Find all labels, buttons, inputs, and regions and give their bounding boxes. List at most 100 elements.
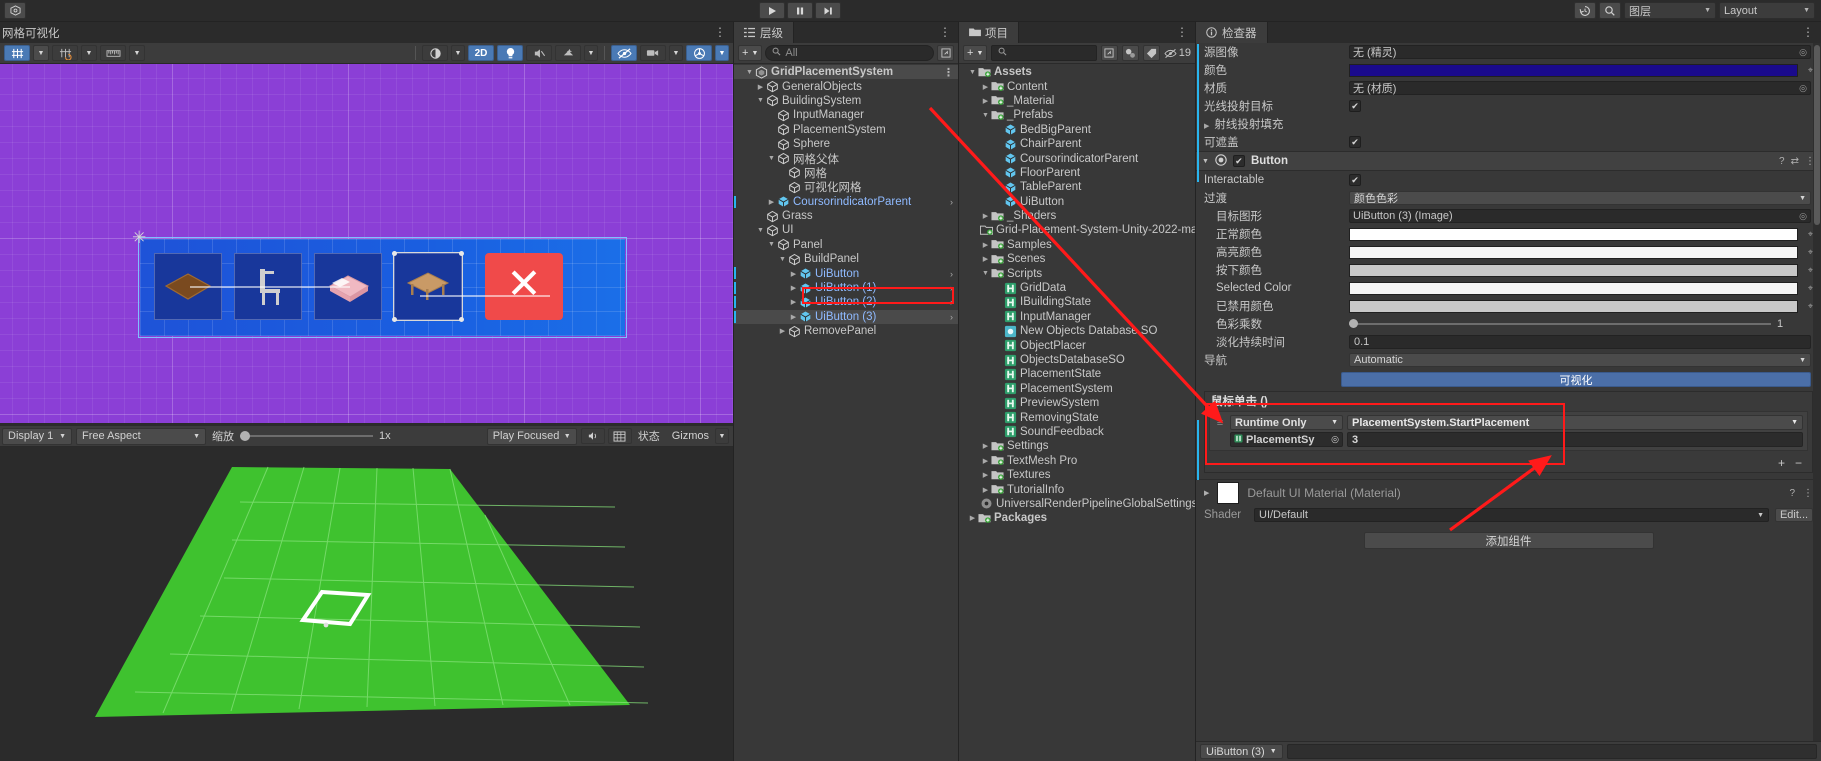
image-材质-field[interactable]: 无 (材质) ◎ [1349, 81, 1811, 95]
hierarchy-item-buildpanel[interactable]: ▼ BuildPanel [734, 252, 958, 266]
scene-view[interactable]: ✕ ✳ [0, 64, 733, 423]
foldout-icon[interactable]: ▶ [755, 83, 766, 91]
project-item-inputmanager[interactable]: InputManager [959, 310, 1195, 324]
pivot-tool-dropdown[interactable]: ▼ [33, 45, 49, 61]
inspector-panel-menu-icon[interactable]: ⋮ [1802, 25, 1815, 39]
button-按下颜色-swatch[interactable] [1349, 263, 1798, 277]
hierarchy-item-[interactable]: 可视化网格 [734, 180, 958, 194]
foldout-icon[interactable]: ▶ [788, 313, 799, 321]
gizmos-label[interactable]: Gizmos [666, 430, 715, 442]
project-item-assets[interactable]: ▼ Assets [959, 65, 1195, 79]
hierarchy-item-uibutton-3[interactable]: ▶ UiButton (3) › [734, 309, 958, 325]
onclick-function-dropdown[interactable]: PlacementSystem.StartPlacement ▼ [1347, 415, 1803, 430]
aspect-dropdown[interactable]: Free Aspect ▼ [76, 427, 206, 445]
foldout-icon[interactable]: ▶ [980, 97, 991, 105]
foldout-icon[interactable]: ▼ [755, 227, 766, 234]
inspector-scrollbar-thumb[interactable] [1814, 45, 1820, 225]
lighting-toggle-button[interactable] [497, 45, 523, 61]
image-光线投射目标-checkbox[interactable]: ✔ [1349, 100, 1361, 112]
slider-knob[interactable] [1349, 319, 1358, 328]
remove-button[interactable]: ✕ [485, 253, 563, 320]
hierarchy-item-[interactable]: ▼ 网格父体 [734, 151, 958, 166]
foldout-icon[interactable]: ▶ [766, 198, 777, 206]
foldout-icon[interactable]: ▶ [980, 442, 991, 450]
image-可遮盖-checkbox[interactable]: ✔ [1349, 136, 1361, 148]
tab-project[interactable]: 项目 [959, 22, 1019, 43]
grid-snap-dropdown[interactable]: ▼ [81, 45, 97, 61]
draw-mode-dropdown[interactable]: ▼ [451, 45, 465, 61]
onclick-argument-field[interactable]: 3 [1347, 432, 1803, 447]
search-icon[interactable] [1599, 2, 1621, 19]
button-淡化持续时间-input[interactable]: 0.1 [1349, 335, 1811, 349]
button-目标图形-field[interactable]: UiButton (3) (Image) ◎ [1349, 209, 1811, 223]
pause-button[interactable] [787, 2, 813, 19]
prefab-open-chevron-icon[interactable]: › [950, 283, 953, 293]
scale-slider-knob[interactable] [240, 431, 250, 441]
scene-context-menu-icon[interactable]: ⋮ [943, 66, 954, 79]
foldout-icon[interactable]: ▶ [1204, 489, 1209, 497]
stats-icon[interactable] [607, 428, 632, 444]
fx-toggle-button[interactable] [555, 45, 581, 61]
hierarchy-item-grass[interactable]: Grass [734, 209, 958, 223]
ui-button-table[interactable] [392, 251, 464, 322]
visibility-toggle-button[interactable] [611, 45, 637, 61]
project-item-prefabs[interactable]: ▼ _Prefabs [959, 108, 1195, 122]
hierarchy-item-sphere[interactable]: Sphere [734, 137, 958, 151]
drag-handle-icon[interactable]: ≡ [1214, 417, 1226, 429]
button-正常颜色-swatch[interactable] [1349, 227, 1798, 241]
button-interactable-checkbox[interactable]: ✔ [1349, 174, 1361, 186]
object-picker-icon[interactable]: ◎ [1799, 83, 1807, 94]
hierarchy-popout-icon[interactable] [937, 45, 954, 61]
kebab-icon[interactable]: ⋮ [1803, 488, 1813, 499]
project-item-shaders[interactable]: ▶ _Shaders [959, 209, 1195, 223]
project-tree[interactable]: ▼ Assets ▶ Content ▶ _Material ▼ _Prefabs BedBig… [959, 64, 1195, 761]
project-item-placementsystem[interactable]: PlacementSystem [959, 382, 1195, 396]
image-源图像-field[interactable]: 无 (精灵) ◎ [1349, 45, 1811, 59]
object-picker-icon[interactable]: ◎ [1799, 211, 1807, 222]
fx-toggle-dropdown[interactable]: ▼ [584, 45, 598, 61]
play-mode-dropdown[interactable]: Play Focused ▼ [486, 427, 577, 445]
hierarchy-item-removepanel[interactable]: ▶ RemovePanel [734, 324, 958, 338]
hierarchy-panel-menu-icon[interactable]: ⋮ [939, 25, 952, 39]
foldout-icon[interactable]: ▶ [980, 471, 991, 479]
foldout-icon[interactable]: ▼ [766, 241, 777, 248]
project-item-tableparent[interactable]: TableParent [959, 180, 1195, 194]
layers-dropdown[interactable]: 图层 ▼ [1624, 2, 1716, 19]
project-add-button[interactable]: + ▼ [963, 45, 988, 61]
project-item-objectsdatabaseso[interactable]: ObjectsDatabaseSO [959, 353, 1195, 367]
stats-label[interactable]: 状态 [632, 428, 666, 444]
add-component-button[interactable]: 添加组件 [1363, 532, 1654, 549]
project-item-scripts[interactable]: ▼ Scripts [959, 266, 1195, 280]
button-component-header[interactable]: ▼ ✔ Button ? ⇄ ⋮ [1196, 151, 1821, 171]
project-item-material[interactable]: ▶ _Material [959, 94, 1195, 108]
foldout-icon[interactable]: ▶ [1204, 123, 1209, 130]
resize-handle-tl[interactable] [392, 251, 397, 256]
shader-edit-button[interactable]: Edit... [1775, 508, 1813, 522]
foldout-icon[interactable]: ▶ [980, 212, 991, 220]
onclick-runtime-dropdown[interactable]: Runtime Only ▼ [1230, 415, 1343, 430]
layout-dropdown[interactable]: Layout ▼ [1719, 2, 1815, 19]
project-item-settings[interactable]: ▶ Settings [959, 439, 1195, 453]
resize-handle-tr[interactable] [459, 251, 464, 256]
onclick-object-field[interactable]: PlacementSy ◎ [1230, 432, 1343, 447]
hierarchy-item-gridplacementsystem[interactable]: ▼ GridPlacementSystem ⋮ [734, 65, 958, 80]
button-enabled-checkbox[interactable]: ✔ [1232, 155, 1245, 167]
object-picker-icon[interactable]: ◎ [1331, 434, 1339, 445]
hierarchy-tree[interactable]: ▼ GridPlacementSystem ⋮ ▶ GeneralObjects ▼ Bui… [734, 64, 958, 761]
scale-ruler-button[interactable] [100, 45, 126, 61]
button-已禁用颜色-swatch[interactable] [1349, 299, 1798, 313]
button-色彩乘数-slider[interactable]: 1 [1349, 318, 1811, 330]
hierarchy-item-uibutton[interactable]: ▶ UiButton › [734, 266, 958, 280]
2d-toggle-button[interactable]: 2D [468, 45, 494, 61]
project-item-chairparent[interactable]: ChairParent [959, 137, 1195, 151]
project-item-scenes[interactable]: ▶ Scenes [959, 252, 1195, 266]
pivot-tool-button[interactable] [4, 45, 30, 61]
project-filter-type-icon[interactable] [1121, 45, 1139, 61]
project-item-coursorindicatorparent[interactable]: CoursorindicatorParent [959, 151, 1195, 165]
prefab-open-chevron-icon[interactable]: › [950, 269, 953, 279]
project-item-removingstate[interactable]: RemovingState [959, 410, 1195, 424]
foldout-icon[interactable]: ▶ [967, 514, 978, 522]
resize-handle-bl[interactable] [392, 317, 397, 322]
display-dropdown[interactable]: Display 1 ▼ [2, 427, 72, 445]
project-item-packages[interactable]: ▶ Packages [959, 511, 1195, 525]
